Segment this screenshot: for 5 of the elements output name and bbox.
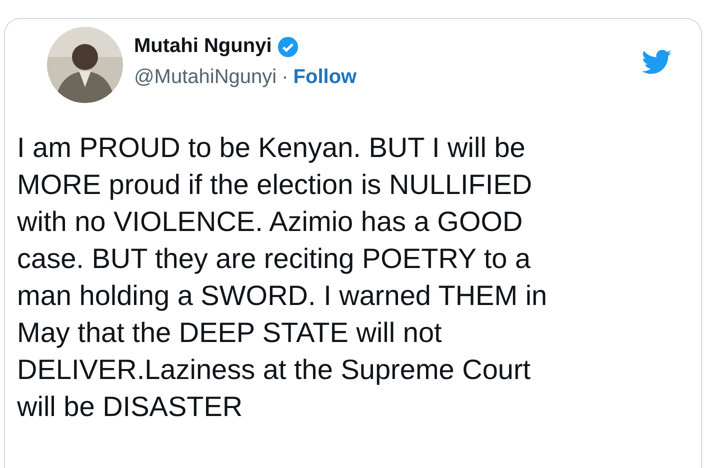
follow-link[interactable]: Follow [293, 66, 357, 89]
tweet-text: I am PROUD to be Kenyan. BUT I will be MORE proud if the election is NULLIFIED with no VIOLENCE. Azimio has a GOOD case. BUT they are reciting POETRY to a man holding a SWORD. I warned THEM in May that the DEEP STATE will not DELIVER.Laziness at the Supreme Court will be DISASTER [17, 131, 548, 424]
author-name: Mutahi Ngunyi [134, 35, 272, 58]
author-handle: @MutahiNgunyi [134, 66, 277, 89]
separator-dot: · [282, 66, 288, 89]
